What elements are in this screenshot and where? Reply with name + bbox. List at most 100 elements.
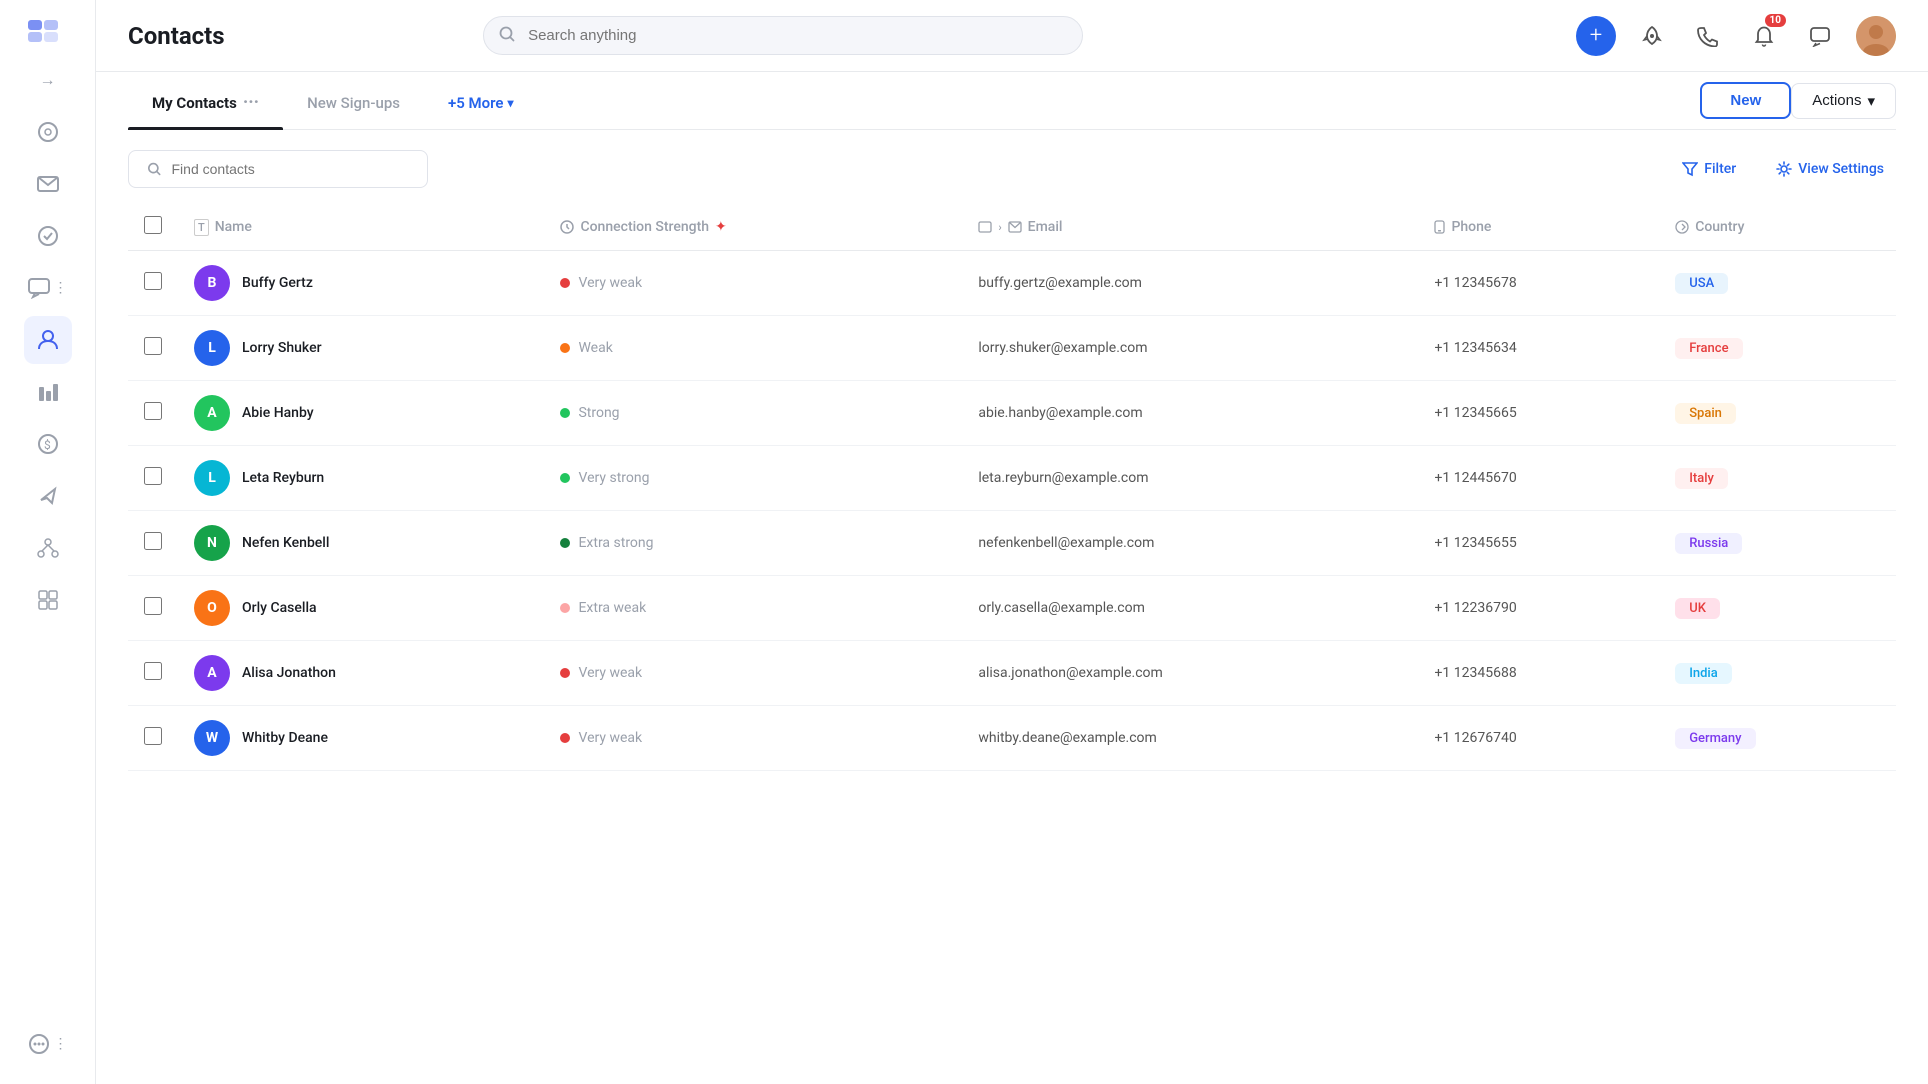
contact-avatar: A [194, 395, 230, 431]
select-all-checkbox[interactable] [144, 216, 162, 234]
strength-label: Very weak [578, 730, 642, 746]
strength-cell: Very strong [544, 446, 962, 511]
tab-new-signups[interactable]: New Sign-ups [283, 74, 424, 128]
phone-cell: +1 12345688 [1418, 641, 1659, 706]
name-cell: L Lorry Shuker [178, 316, 544, 381]
contact-avatar: L [194, 330, 230, 366]
add-button[interactable]: + [1576, 16, 1616, 56]
contact-avatar: B [194, 265, 230, 301]
email-col2-icon [1008, 221, 1022, 233]
sidebar-item-tasks[interactable] [24, 212, 72, 260]
strength-cell: Very weak [544, 706, 962, 771]
row-checkbox[interactable] [144, 727, 162, 745]
find-contacts-icon [147, 161, 162, 177]
svg-text:$: $ [44, 438, 51, 452]
row-checkbox[interactable] [144, 272, 162, 290]
actions-button[interactable]: Actions ▾ [1791, 83, 1896, 119]
settings-icon [1776, 161, 1792, 177]
name-cell: B Buffy Gertz [178, 251, 544, 316]
actions-chevron-icon: ▾ [1867, 92, 1875, 110]
tabs-row: My Contacts ··· New Sign-ups +5 More ▾ N… [128, 72, 1896, 130]
strength-label: Extra strong [578, 535, 653, 551]
content-area: My Contacts ··· New Sign-ups +5 More ▾ N… [96, 72, 1928, 1084]
email-cell: leta.reyburn@example.com [962, 446, 1418, 511]
email-cell: orly.casella@example.com [962, 576, 1418, 641]
row-checkbox[interactable] [144, 597, 162, 615]
row-checkbox[interactable] [144, 532, 162, 550]
search-input[interactable] [483, 16, 1083, 55]
find-contacts-search[interactable] [128, 150, 428, 188]
view-settings-button[interactable]: View Settings [1764, 155, 1896, 183]
find-contacts-input[interactable] [172, 161, 410, 177]
col-connection-strength: Connection Strength ✦ [544, 204, 962, 251]
strength-cell: Very weak [544, 641, 962, 706]
row-checkbox[interactable] [144, 337, 162, 355]
sidebar-item-mail[interactable] [24, 160, 72, 208]
strength-cell: Strong [544, 381, 962, 446]
phone-cell: +1 12345678 [1418, 251, 1659, 316]
sidebar-collapse-button[interactable]: → [32, 64, 64, 96]
logo[interactable] [28, 16, 68, 48]
new-button[interactable]: New [1700, 82, 1791, 119]
country-cell: Spain [1659, 381, 1896, 446]
table-row: A Alisa Jonathon Very weak alisa.jonatho… [128, 641, 1896, 706]
email-cell: whitby.deane@example.com [962, 706, 1418, 771]
sidebar-item-finance[interactable]: $ [24, 420, 72, 468]
sidebar-item-widgets[interactable] [24, 576, 72, 624]
strength-dot [560, 343, 570, 353]
sidebar-item-dashboard[interactable] [24, 108, 72, 156]
strength-label: Weak [578, 340, 612, 356]
strength-dot [560, 408, 570, 418]
tab-more-dropdown[interactable]: +5 More ▾ [424, 74, 538, 128]
notification-icon-button[interactable]: 10 [1744, 16, 1784, 56]
filter-button[interactable]: Filter [1670, 155, 1748, 183]
sidebar-item-marketing[interactable] [24, 472, 72, 520]
country-cell: UK [1659, 576, 1896, 641]
row-checkbox[interactable] [144, 467, 162, 485]
email-cell: alisa.jonathon@example.com [962, 641, 1418, 706]
row-checkbox[interactable] [144, 402, 162, 420]
country-cell: India [1659, 641, 1896, 706]
page-title: Contacts [128, 22, 225, 50]
chat-icon-button[interactable] [1800, 16, 1840, 56]
clock-icon [560, 220, 574, 234]
contact-name: Nefen Kenbell [242, 535, 329, 551]
country-badge: UK [1675, 598, 1720, 619]
country-badge: Italy [1675, 468, 1728, 489]
contact-name: Buffy Gertz [242, 275, 313, 291]
avatar[interactable] [1856, 16, 1896, 56]
tab-my-contacts[interactable]: My Contacts ··· [128, 72, 283, 129]
strength-cell: Weak [544, 316, 962, 381]
name-cell: A Abie Hanby [178, 381, 544, 446]
sidebar-item-network[interactable] [24, 524, 72, 572]
sidebar-item-chat[interactable]: ⋮ [24, 264, 72, 312]
table-row: L Lorry Shuker Weak lorry.shuker@example… [128, 316, 1896, 381]
filter-row: Filter View Settings [128, 130, 1896, 204]
sidebar-item-deals[interactable] [24, 368, 72, 416]
name-cell: N Nefen Kenbell [178, 511, 544, 576]
search-icon [499, 26, 515, 46]
contact-avatar: N [194, 525, 230, 561]
global-search-bar [483, 16, 1083, 55]
email-cell: buffy.gertz@example.com [962, 251, 1418, 316]
tab-more-options-icon[interactable]: ··· [243, 92, 259, 113]
sidebar-item-more[interactable]: ⋮ [24, 1020, 72, 1068]
sidebar-item-contacts[interactable] [24, 316, 72, 364]
contact-name: Alisa Jonathon [242, 665, 336, 681]
sparkle-icon: ✦ [715, 219, 727, 235]
table-row: B Buffy Gertz Very weak buffy.gertz@exam… [128, 251, 1896, 316]
sidebar: → ⋮ $ ⋮ [0, 0, 96, 1084]
email-cell: abie.hanby@example.com [962, 381, 1418, 446]
phone-icon-button[interactable] [1688, 16, 1728, 56]
contact-name: Orly Casella [242, 600, 317, 616]
country-badge: France [1675, 338, 1742, 359]
col-name: T Name [178, 204, 544, 251]
strength-dot [560, 473, 570, 483]
name-sort-icon: T [194, 219, 209, 236]
phone-cell: +1 12345655 [1418, 511, 1659, 576]
contact-avatar: A [194, 655, 230, 691]
main-content: Contacts + 10 [96, 0, 1928, 1084]
rocket-icon-button[interactable] [1632, 16, 1672, 56]
header-actions: + 10 [1576, 16, 1896, 56]
row-checkbox[interactable] [144, 662, 162, 680]
